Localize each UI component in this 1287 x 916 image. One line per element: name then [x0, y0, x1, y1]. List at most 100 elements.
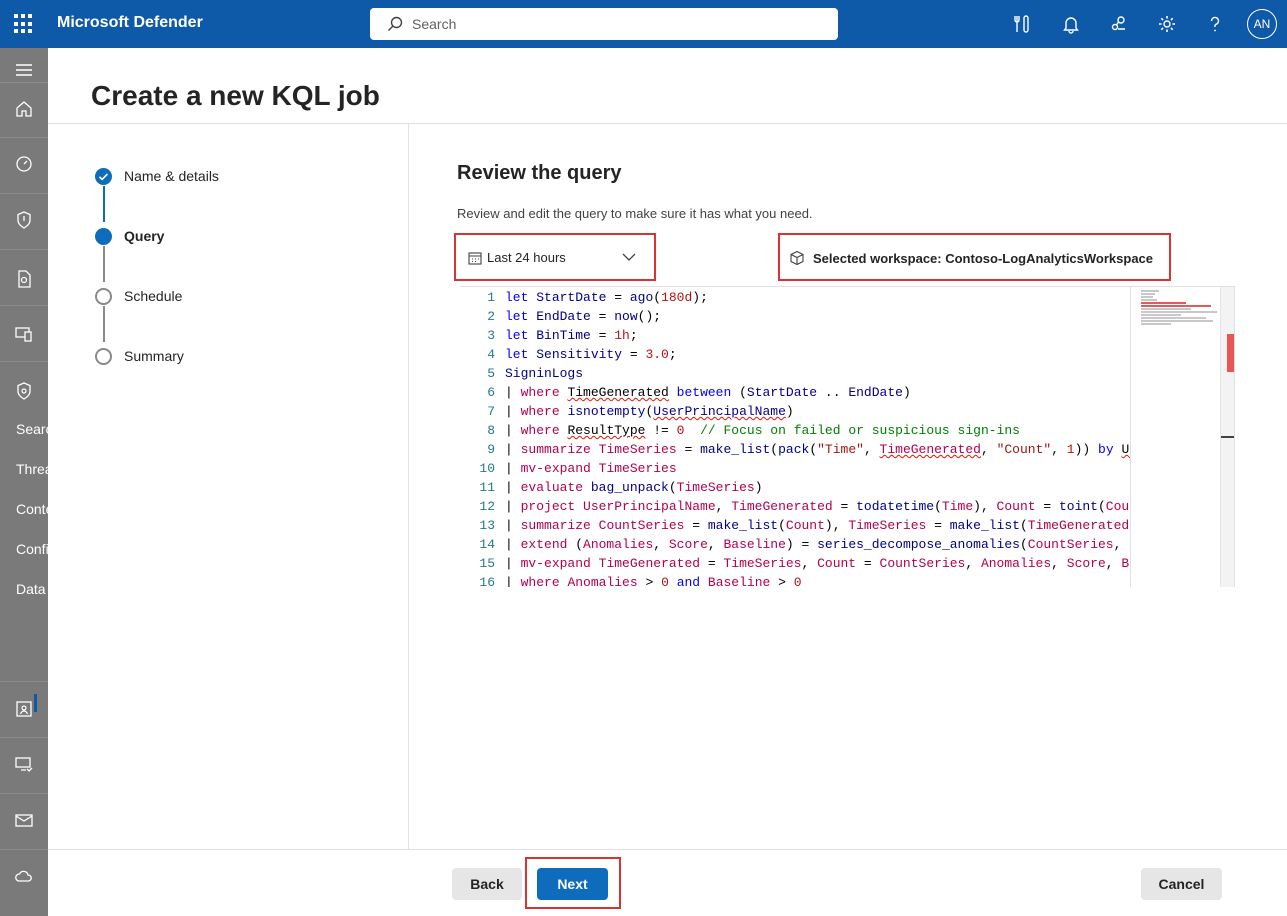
menu-icon[interactable] — [14, 60, 34, 80]
nav-divider — [0, 305, 48, 306]
nav-divider — [0, 737, 48, 738]
nav-config-label[interactable]: Confi — [16, 541, 48, 557]
minimap-line — [1141, 293, 1155, 295]
page-title: Create a new KQL job — [91, 80, 380, 111]
nav-divider — [0, 82, 48, 83]
back-button[interactable]: Back — [452, 868, 522, 900]
step-name-details[interactable]: Name & details — [95, 166, 355, 186]
nav-content-label[interactable]: Conte — [16, 501, 48, 517]
gauge-icon[interactable] — [14, 154, 34, 174]
step-connector — [103, 306, 105, 342]
app-launcher-icon[interactable] — [14, 14, 34, 34]
nav-divider — [0, 137, 48, 138]
empty-circle-icon — [95, 288, 112, 305]
nav-threat-label[interactable]: Threa — [16, 461, 48, 477]
header-divider — [48, 123, 1287, 124]
calendar-icon — [468, 252, 482, 265]
code-line: 7 | where isnotempty(UserPrincipalName) — [487, 404, 794, 419]
search-icon — [388, 16, 403, 31]
code-line: 4 let Sensitivity = 3.0; — [487, 347, 677, 362]
nav-search-label[interactable]: Search — [16, 421, 48, 437]
desktop-check-icon[interactable] — [14, 754, 34, 774]
code-line: 5 SigninLogs — [487, 366, 584, 381]
footer-divider — [48, 849, 1287, 850]
step-summary[interactable]: Summary — [95, 346, 355, 366]
nav-divider — [0, 849, 48, 850]
search-input[interactable] — [412, 12, 812, 36]
step-query[interactable]: Query — [95, 226, 355, 246]
selected-workspace: Selected workspace: Contoso-LogAnalytics… — [786, 244, 1166, 272]
empty-circle-icon — [95, 348, 112, 365]
minimap-error-line — [1141, 305, 1211, 307]
nav-divider — [0, 681, 48, 682]
nav-divider — [0, 193, 48, 194]
shield-gear-icon[interactable] — [14, 381, 34, 401]
section-description: Review and edit the query to make sure i… — [457, 206, 813, 221]
step-label: Summary — [124, 348, 184, 364]
step-label: Name & details — [124, 168, 219, 184]
workspace-label: Selected workspace: Contoso-LogAnalytics… — [813, 251, 1154, 266]
time-range-dropdown[interactable]: Last 24 hours — [460, 242, 650, 272]
step-schedule[interactable]: Schedule — [95, 286, 355, 306]
code-minimap[interactable] — [1130, 287, 1234, 587]
nav-selection-indicator — [34, 694, 37, 712]
code-line: 13 | summarize CountSeries = make_list(Co… — [479, 518, 1130, 533]
step-connector — [103, 186, 105, 222]
code-line: 16 | where Anomalies > 0 and Baseline > 0 — [479, 575, 802, 587]
code-line: 11 | evaluate bag_unpack(TimeSeries) — [479, 480, 763, 495]
share-icon[interactable] — [1108, 13, 1130, 35]
minimap-line — [1141, 314, 1181, 316]
code-line: 14 | extend (Anomalies, Score, Baseline) … — [479, 537, 1130, 552]
section-title: Review the query — [457, 162, 622, 184]
mail-icon[interactable] — [14, 810, 34, 830]
code-line: 9 | summarize TimeSeries = make_list(pack… — [487, 442, 1130, 457]
user-avatar[interactable]: AN — [1247, 9, 1277, 39]
step-connector — [103, 246, 105, 282]
code-line: 1 let StartDate = ago(180d); — [487, 290, 708, 305]
nav-divider — [0, 249, 48, 250]
code-line: 8 | where ResultType != 0 // Focus on fai… — [487, 423, 1020, 438]
minimap-line — [1141, 290, 1159, 292]
code-line: 3 let BinTime = 1h; — [487, 328, 638, 343]
code-line: 6 | where TimeGenerated between (StartDat… — [487, 385, 911, 400]
help-icon[interactable] — [1204, 13, 1226, 35]
minimap-line — [1141, 299, 1157, 301]
code-area[interactable]: 1 let StartDate = ago(180d); 2 let EndDate… — [460, 287, 1130, 587]
code-line: 10 | mv-expand TimeSeries — [479, 461, 677, 476]
home-icon[interactable] — [14, 99, 34, 119]
minimap-line — [1141, 308, 1191, 310]
minimap-line — [1141, 311, 1217, 313]
scrollbar-thumb[interactable] — [1227, 334, 1234, 372]
devices-icon[interactable] — [14, 324, 34, 344]
document-search-icon[interactable] — [14, 269, 34, 289]
next-button[interactable]: Next — [537, 868, 608, 900]
cloud-icon[interactable] — [14, 866, 34, 886]
nav-divider — [0, 793, 48, 794]
step-label: Schedule — [124, 288, 183, 304]
nav-data-label[interactable]: Data — [16, 581, 48, 597]
left-nav: Search Threa Conte Confi Data — [0, 48, 48, 916]
gear-icon[interactable] — [1156, 13, 1178, 35]
code-line: 12 | project UserPrincipalName, TimeGener… — [479, 499, 1130, 514]
code-line: 15 | mv-expand TimeGenerated = TimeSeries… — [479, 556, 1130, 571]
current-step-icon — [95, 228, 112, 245]
stepper-divider — [408, 123, 409, 849]
identity-card-icon[interactable] — [14, 699, 34, 719]
top-bar: Microsoft Defender AN — [0, 0, 1287, 48]
app-title: Microsoft Defender — [57, 14, 203, 31]
code-line: 2 let EndDate = now(); — [487, 309, 662, 324]
cursor-position-marker — [1221, 436, 1234, 438]
nav-divider — [0, 361, 48, 362]
check-circle-icon — [95, 168, 112, 185]
tools-icon[interactable] — [1011, 13, 1033, 35]
query-editor[interactable]: 1 let StartDate = ago(180d); 2 let EndDate… — [460, 286, 1235, 587]
cancel-button[interactable]: Cancel — [1141, 868, 1222, 900]
minimap-error-line — [1141, 302, 1186, 304]
step-label: Query — [124, 228, 165, 244]
time-range-value: Last 24 hours — [487, 250, 566, 265]
bell-icon[interactable] — [1060, 13, 1082, 35]
shield-icon[interactable] — [14, 210, 34, 230]
search-box[interactable] — [370, 8, 838, 40]
minimap-line — [1141, 323, 1171, 325]
minimap-line — [1141, 317, 1206, 319]
